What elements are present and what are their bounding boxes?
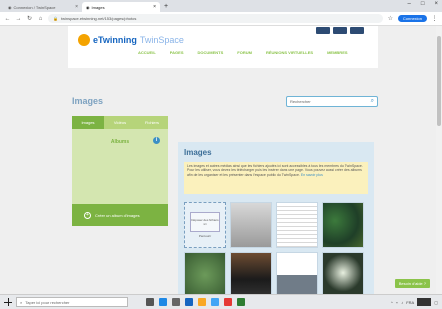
url-field[interactable]: 🔒 twinspace.etwinning.net/153/pages/phot… <box>48 14 383 23</box>
search-input[interactable]: Rechercher ⌕ <box>286 96 378 107</box>
home-icon[interactable]: ⌂ <box>37 16 44 22</box>
volume-icon[interactable]: ♪ <box>401 300 403 305</box>
tab-label: Connexion / TwinSpace <box>13 4 56 10</box>
taskbar-apps <box>146 298 245 306</box>
forward-icon[interactable]: → <box>15 16 22 22</box>
logo-text: eTwinning <box>93 35 137 45</box>
notice-text: Les images et autres médias ainsi que le… <box>187 164 363 177</box>
url-text: twinspace.etwinning.net/153/pages/photos <box>60 16 137 21</box>
help-chat-button[interactable]: Besoin d'aide ? <box>394 279 430 288</box>
image-thumbnail[interactable] <box>322 252 364 294</box>
etwinning-logo-icon <box>78 34 90 46</box>
nav-item-membres[interactable]: MEMBRES <box>327 50 347 55</box>
edge-icon[interactable] <box>159 298 167 306</box>
store-icon[interactable] <box>172 298 180 306</box>
page-viewport: eTwinning TwinSpace ACCUEIL PAGES DOCUME… <box>0 26 436 294</box>
word-icon[interactable] <box>185 298 193 306</box>
header-button-1[interactable] <box>316 27 330 34</box>
images-heading: Images <box>184 148 212 157</box>
mail-icon[interactable] <box>211 298 219 306</box>
upload-label: Déposer des fichiers ici <box>191 218 219 226</box>
nav-item-accueil[interactable]: ACCUEIL <box>138 50 156 55</box>
nav-item-documents[interactable]: DOCUMENTS <box>198 50 224 55</box>
image-thumbnail[interactable] <box>276 252 318 294</box>
site-header: eTwinning TwinSpace ACCUEIL PAGES DOCUME… <box>68 26 378 68</box>
image-thumbnail[interactable] <box>230 202 272 248</box>
albums-section: Albums i <box>72 129 168 169</box>
app-icon[interactable] <box>237 298 245 306</box>
tab-close-icon[interactable]: × <box>75 4 78 10</box>
notice-link[interactable]: En savoir plus <box>301 173 323 177</box>
tab-fichiers[interactable]: Fichiers <box>136 116 168 129</box>
network-icon[interactable]: ⌁ <box>396 300 398 305</box>
scroll-thumb[interactable] <box>437 36 441 126</box>
site-logo[interactable]: eTwinning TwinSpace <box>78 34 184 46</box>
address-bar: ← → ↻ ⌂ 🔒 twinspace.etwinning.net/153/pa… <box>0 12 442 26</box>
tab-images[interactable]: Images <box>72 116 104 129</box>
image-grid: Déposer des fichiers ici Parcourir <box>184 202 364 294</box>
profile-button[interactable]: Connexion <box>397 15 427 22</box>
search-placeholder: Rechercher <box>290 99 311 104</box>
nav-item-pages[interactable]: PAGES <box>170 50 184 55</box>
tab-label: Images <box>91 4 105 10</box>
logo-subtext: TwinSpace <box>139 35 184 45</box>
maximize-icon[interactable]: □ <box>421 1 425 7</box>
upload-browse[interactable]: Parcourir <box>199 234 211 238</box>
page-title: Images <box>72 96 104 106</box>
image-thumbnail[interactable] <box>322 202 364 248</box>
media-sidebar: Images Vidéos Fichiers Albums i + Créer … <box>72 116 168 226</box>
clock[interactable] <box>417 298 432 306</box>
page-scrollbar[interactable] <box>436 26 442 294</box>
windows-start-icon[interactable] <box>4 298 12 306</box>
create-album-label: Créer un album d'images <box>95 212 140 218</box>
folder-icon[interactable] <box>198 298 206 306</box>
taskbar: ⌕ Taper ici pour rechercher ^ ⌁ ♪ FRA ▢ <box>0 294 442 309</box>
tab-favicon-icon: ◉ <box>8 4 12 10</box>
upload-box: Déposer des fichiers ici <box>190 212 220 232</box>
system-tray: ^ ⌁ ♪ FRA ▢ <box>391 298 438 306</box>
taskbar-search[interactable]: ⌕ Taper ici pour rechercher <box>16 297 128 307</box>
create-album-button[interactable]: + Créer un album d'images <box>72 204 168 226</box>
info-icon[interactable]: i <box>153 137 160 144</box>
header-buttons <box>316 27 364 34</box>
browser-tab-1[interactable]: ◉ Images × <box>82 2 160 12</box>
menu-icon[interactable]: ⋮ <box>431 15 438 22</box>
search-icon[interactable]: ⌕ <box>371 98 374 105</box>
media-tabs: Images Vidéos Fichiers <box>72 116 168 129</box>
tab-videos[interactable]: Vidéos <box>104 116 136 129</box>
info-notice: Les images et autres médias ainsi que le… <box>184 162 368 194</box>
language-indicator[interactable]: FRA <box>406 300 414 305</box>
lock-icon: 🔒 <box>53 16 58 21</box>
image-thumbnail[interactable] <box>230 252 272 294</box>
images-panel: Images Les images et autres médias ainsi… <box>178 142 374 294</box>
upload-dropzone[interactable]: Déposer des fichiers ici Parcourir <box>184 202 226 248</box>
new-tab-button[interactable]: + <box>160 2 172 12</box>
close-window-icon[interactable]: × <box>434 1 438 7</box>
task-view-icon[interactable] <box>146 298 154 306</box>
browser-tab-strip: ◉ Connexion / TwinSpace × ◉ Images × + –… <box>0 0 442 12</box>
site-nav: ACCUEIL PAGES DOCUMENTS FORUM RÉUNIONS V… <box>138 50 348 55</box>
header-button-3[interactable] <box>350 27 364 34</box>
header-button-2[interactable] <box>333 27 347 34</box>
notifications-icon[interactable]: ▢ <box>434 300 438 305</box>
back-icon[interactable]: ← <box>4 16 11 22</box>
minimize-icon[interactable]: – <box>408 1 411 7</box>
reload-icon[interactable]: ↻ <box>26 15 33 22</box>
tray-arrow-icon[interactable]: ^ <box>391 300 393 305</box>
albums-heading: Albums <box>110 139 130 145</box>
tab-close-icon[interactable]: × <box>153 4 156 10</box>
nav-item-forum[interactable]: FORUM <box>237 50 252 55</box>
plus-icon: + <box>84 211 91 219</box>
taskbar-search-icon: ⌕ <box>20 299 23 305</box>
nav-item-reunions[interactable]: RÉUNIONS VIRTUELLES <box>266 50 313 55</box>
star-icon[interactable]: ☆ <box>387 15 394 22</box>
tab-favicon-icon: ◉ <box>86 4 90 10</box>
taskbar-search-placeholder: Taper ici pour rechercher <box>25 299 70 305</box>
image-thumbnail[interactable] <box>184 252 226 294</box>
window-controls: – □ × <box>408 1 438 7</box>
image-thumbnail[interactable] <box>276 202 318 248</box>
chrome-icon[interactable] <box>224 298 232 306</box>
browser-tab-0[interactable]: ◉ Connexion / TwinSpace × <box>4 2 82 12</box>
